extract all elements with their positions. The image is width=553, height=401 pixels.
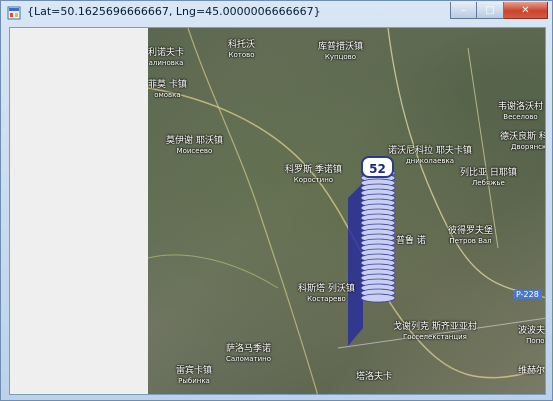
place-zh: 库普措沃镇 — [318, 42, 364, 52]
place-zh: 波波夫 卡 — [518, 326, 546, 336]
place-label-gosselekciya: 戈谢列克 斯齐亚亚村 Госселекстанция — [393, 322, 477, 342]
app-window: {Lat=50.1625696666667, Lng=45.0000006666… — [0, 0, 553, 401]
place-zh: 科罗斯 季诺镇 — [285, 165, 342, 175]
place-zh: 科斯塔 列沃镇 — [298, 284, 355, 294]
place-label-veselovo: 韦谢洛沃村 Веселово — [498, 102, 543, 122]
place-zh: 普鲁 诺 — [396, 236, 426, 246]
place-ru: Рыбинка — [178, 377, 210, 385]
place-zh: 塔洛夫卡 — [356, 372, 393, 382]
place-label-seldnikolaevka: 诺沃尼科拉 耶夫卡镇 дниколаевка — [388, 146, 472, 166]
window-controls: – □ ✕ — [450, 2, 548, 20]
place-ru: Петров Вал — [449, 237, 492, 245]
place-ru: Моисеево — [176, 147, 213, 155]
place-ru: Госселекстанция — [402, 333, 467, 341]
place-label-poplavskoe: 波波夫 卡 Попов — [518, 326, 546, 346]
place-zh: 莫伊谢 耶沃镇 — [166, 136, 223, 146]
place-ru: Купцово — [324, 53, 357, 61]
place-label-petrovval: 彼得罗夫堡 Петров Вал — [448, 226, 493, 246]
minimize-button[interactable]: – — [450, 2, 477, 19]
map-view[interactable]: 52 科托沃 Котово 库普措沃镇 Купцово 利诺夫卡 алиновк… — [148, 28, 546, 395]
marker-cluster-stack[interactable] — [148, 28, 546, 395]
place-zh: 雷宾卡镇 — [176, 366, 213, 376]
place-ru: Веселово — [503, 113, 538, 121]
title-bar[interactable]: {Lat=50.1625696666667, Lng=45.0000006666… — [1, 1, 553, 25]
place-label-dvoryanskoe: 德沃良斯 科耶镇 Дворянское — [500, 132, 546, 152]
place-zh: 韦谢洛沃村 — [498, 102, 544, 112]
place-label-salomatino: 萨洛马季诺 Саломатино — [226, 344, 271, 364]
place-label-kostarevo: 科斯塔 列沃镇 Костарево — [298, 284, 355, 304]
place-label-gremyach: 普鲁 诺 — [396, 236, 426, 246]
place-label-kotovo: 科托沃 Котово — [228, 40, 255, 60]
place-ru: Попов — [526, 337, 545, 345]
place-zh: 利诺夫卡 — [148, 48, 185, 58]
place-zh: 菲莫 卡镇 — [148, 80, 187, 90]
place-label-kalinovka: 利诺夫卡 алиновка — [148, 48, 184, 68]
app-window-icon — [7, 6, 21, 20]
window-title: {Lat=50.1625696666667, Lng=45.0000006666… — [27, 5, 321, 18]
place-ru: Саломатино — [226, 355, 271, 363]
place-zh: 戈谢列克 斯齐亚亚村 — [393, 322, 477, 332]
place-zh: 维赫尔 采沃 — [518, 366, 546, 376]
place-label-lomovka: 菲莫 卡镇 омовка — [148, 80, 187, 100]
close-button[interactable]: ✕ — [504, 2, 548, 19]
road-label: P-228 — [513, 290, 542, 299]
place-zh: 科托沃 — [228, 40, 256, 50]
place-zh: 彼得罗夫堡 — [448, 226, 494, 236]
place-zh: 德沃良斯 科耶镇 — [500, 132, 545, 142]
place-ru: Коростино — [293, 176, 334, 184]
place-label-kupcovo: 库普措沃镇 Купцово — [318, 42, 363, 62]
client-area: 52 科托沃 Котово 库普措沃镇 Купцово 利诺夫卡 алиновк… — [9, 27, 546, 395]
side-panel[interactable] — [10, 28, 149, 394]
place-label-zavodskoy: 塔洛夫卡 — [356, 372, 392, 382]
place-label-korostino: 科罗斯 季诺镇 Коростино — [285, 165, 342, 185]
place-label-lebyazhie: 列比亚 日耶镇 Лебяжье — [460, 168, 517, 188]
place-ru: Лебяжье — [472, 179, 505, 187]
maximize-button[interactable]: □ — [477, 2, 504, 19]
place-label-vaykh: 维赫尔 采沃 — [518, 366, 546, 376]
place-ru: омовка — [154, 91, 181, 99]
place-label-moiseevo: 莫伊谢 耶沃镇 Моисеево — [166, 136, 223, 156]
place-ru: Костарево — [307, 295, 346, 303]
place-ru: дниколаевка — [405, 157, 455, 165]
place-ru: алиновка — [148, 59, 184, 67]
place-zh: 诺沃尼科拉 耶夫卡镇 — [388, 146, 472, 156]
place-zh: 列比亚 日耶镇 — [460, 168, 517, 178]
place-zh: 萨洛马季诺 — [226, 344, 272, 354]
place-ru: Котово — [228, 51, 255, 59]
place-label-rybinka: 雷宾卡镇 Рыбинка — [176, 366, 212, 386]
place-ru: Дворянское — [511, 143, 546, 151]
